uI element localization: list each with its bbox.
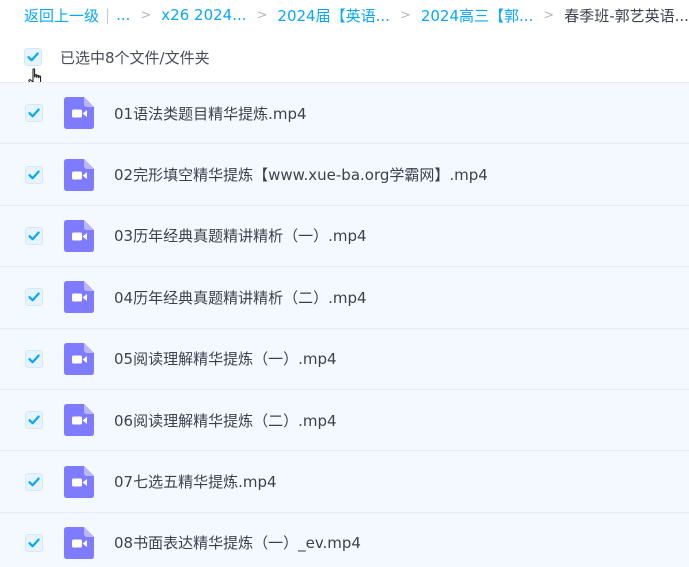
check-icon: [28, 292, 40, 302]
file-name[interactable]: 04历年经典真题精讲精析（二）.mp4: [114, 287, 367, 308]
file-row[interactable]: 06阅读理解精华提炼（二）.mp4: [0, 388, 689, 451]
file-checkbox[interactable]: [25, 104, 43, 123]
check-icon: [28, 477, 40, 486]
file-checkbox[interactable]: [25, 288, 43, 307]
video-file-icon: [64, 219, 94, 252]
file-row[interactable]: 01语法类题目精华提炼.mp4: [0, 82, 689, 144]
file-row[interactable]: 08书面表达精华提炼（一）_ev.mp4: [0, 511, 689, 567]
breadcrumb-current: 春季班-郭艺英语...: [564, 6, 689, 25]
selection-header: 已选中8个文件/文件夹: [24, 46, 210, 68]
file-name[interactable]: 06阅读理解精华提炼（二）.mp4: [114, 410, 337, 431]
file-row[interactable]: 03历年经典真题精讲精析（一）.mp4: [0, 204, 689, 267]
video-file-icon: [64, 465, 94, 498]
file-row[interactable]: 05阅读理解精华提炼（一）.mp4: [0, 327, 689, 389]
check-icon: [27, 52, 39, 62]
video-file-icon: [64, 404, 94, 437]
back-link[interactable]: 返回上一级: [24, 5, 99, 26]
check-icon: [28, 354, 40, 364]
breadcrumb-separator: >: [256, 7, 268, 23]
check-icon: [28, 538, 40, 548]
video-file-icon: [64, 526, 94, 559]
file-name[interactable]: 05阅读理解精华提炼（一）.mp4: [114, 348, 337, 369]
check-icon: [28, 415, 40, 425]
file-checkbox[interactable]: [25, 349, 43, 368]
file-name[interactable]: 03历年经典真题精讲精析（一）.mp4: [114, 225, 367, 246]
video-file-icon: [64, 342, 94, 375]
breadcrumb-item[interactable]: x26 2024...: [161, 6, 246, 24]
file-row[interactable]: 02完形填空精华提炼【www.xue-ba.org学霸网】.mp4: [0, 143, 689, 205]
video-file-icon: [64, 97, 94, 130]
breadcrumb-divider: |: [105, 6, 111, 24]
selection-summary: 已选中8个文件/文件夹: [60, 48, 210, 67]
file-row[interactable]: 07七选五精华提炼.mp4: [0, 450, 689, 512]
file-checkbox[interactable]: [25, 226, 43, 245]
file-checkbox[interactable]: [25, 472, 43, 491]
file-checkbox[interactable]: [25, 165, 43, 184]
file-name[interactable]: 01语法类题目精华提炼.mp4: [114, 103, 307, 124]
breadcrumb-separator: >: [399, 7, 411, 23]
file-name[interactable]: 08书面表达精华提炼（一）_ev.mp4: [114, 532, 361, 553]
check-icon: [28, 170, 40, 179]
file-name[interactable]: 02完形填空精华提炼【www.xue-ba.org学霸网】.mp4: [114, 164, 488, 185]
file-row[interactable]: 04历年经典真题精讲精析（二）.mp4: [0, 266, 689, 328]
file-name[interactable]: 07七选五精华提炼.mp4: [114, 471, 277, 492]
video-file-icon: [64, 281, 94, 314]
select-all-checkbox[interactable]: [24, 48, 42, 66]
breadcrumb: 返回上一级 | ... > x26 2024... > 2024届【英语... …: [24, 4, 689, 26]
breadcrumb-separator: >: [140, 7, 152, 23]
file-checkbox[interactable]: [25, 533, 43, 552]
breadcrumb-separator: >: [543, 7, 555, 23]
video-file-icon: [64, 158, 94, 191]
check-icon: [28, 108, 40, 118]
file-list: 01语法类题目精华提炼.mp4 02完形填空精华提炼【www.xue-ba.or…: [0, 82, 689, 567]
breadcrumb-item[interactable]: 2024高三【郭...: [421, 5, 533, 26]
breadcrumb-ellipsis[interactable]: ...: [116, 6, 130, 24]
file-checkbox[interactable]: [25, 411, 43, 430]
check-icon: [28, 231, 40, 241]
breadcrumb-item[interactable]: 2024届【英语...: [277, 5, 389, 26]
file-browser: 返回上一级 | ... > x26 2024... > 2024届【英语... …: [0, 0, 689, 567]
